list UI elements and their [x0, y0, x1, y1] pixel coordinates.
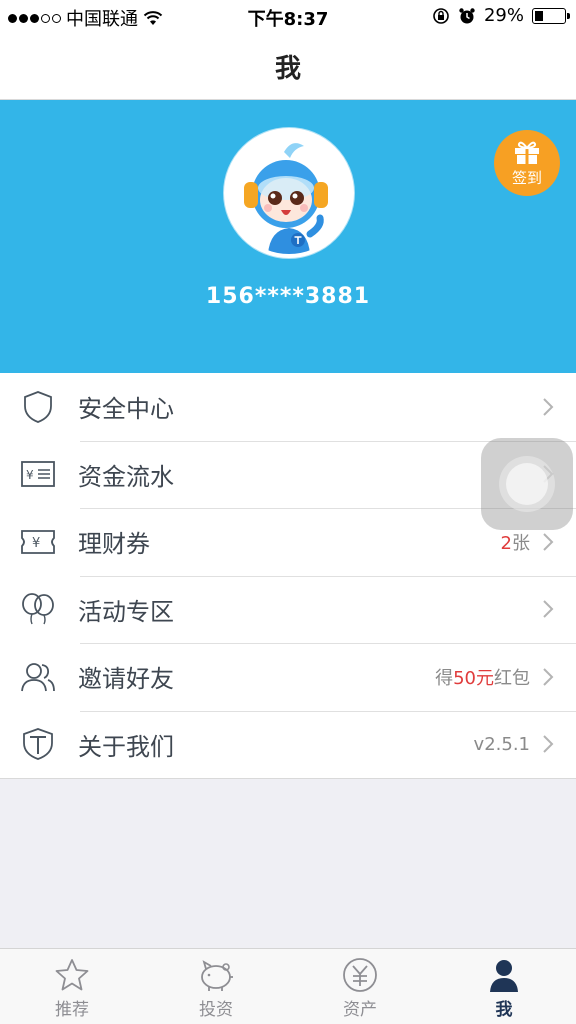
alarm-icon	[459, 7, 475, 23]
balloons-icon	[20, 591, 56, 627]
tab-bar: 推荐 投资 资产 我	[0, 948, 576, 1024]
user-phone-number: 156****3881	[205, 284, 371, 309]
menu-item-label: 理财券	[78, 530, 150, 559]
rotation-lock-icon	[433, 7, 449, 24]
coupon-count-unit: 张	[512, 532, 530, 554]
tab-label: 我	[495, 1000, 513, 1020]
menu-item-label: 安全中心	[78, 395, 174, 424]
tab-label: 推荐	[55, 1000, 89, 1020]
svg-text:¥: ¥	[26, 468, 34, 482]
piggy-bank-icon	[201, 960, 233, 991]
menu-item-label: 活动专区	[78, 597, 174, 626]
tab-me[interactable]: 我	[432, 949, 576, 1024]
menu-list: 安全中心 ¥ 资金流水 ¥ 理财券 2张 活动专区 邀请好友 得50元红包 关于…	[0, 373, 576, 779]
star-icon	[55, 959, 89, 991]
tab-label: 资产	[343, 1000, 377, 1020]
chevron-right-icon	[543, 600, 554, 618]
assistive-touch-button[interactable]	[481, 438, 573, 530]
chevron-right-icon	[543, 668, 554, 686]
coupon-count: 2张	[501, 529, 530, 555]
yuan-coin-icon	[343, 958, 377, 992]
menu-item-label: 邀请好友	[78, 665, 174, 694]
profile-header: 156****3881 签到	[0, 100, 576, 373]
invite-reward-prefix: 得	[435, 667, 454, 689]
avatar[interactable]	[224, 128, 354, 258]
tab-invest[interactable]: 投资	[144, 949, 288, 1024]
brand-shield-icon	[20, 726, 56, 762]
menu-item-security[interactable]: 安全中心	[0, 373, 576, 441]
coupon-count-number: 2	[500, 532, 512, 554]
menu-item-activities[interactable]: 活动专区	[0, 575, 576, 644]
invite-reward: 得50元红包	[435, 664, 530, 690]
chevron-right-icon	[543, 735, 554, 753]
nav-bar: 我	[0, 34, 576, 100]
invite-reward-suffix: 红包	[494, 667, 530, 689]
status-right: 29%	[432, 5, 570, 26]
battery-level	[535, 10, 543, 21]
chevron-right-icon	[543, 398, 554, 416]
screen: 中国联通 下午8:37 29% 我 156****3881 签到 安全中心 ¥ …	[0, 0, 576, 1024]
ticket-icon: ¥	[20, 524, 56, 560]
mascot-avatar-image	[228, 132, 350, 254]
status-bar: 中国联通 下午8:37 29%	[0, 0, 576, 34]
chevron-right-icon	[543, 533, 554, 551]
users-icon	[20, 659, 56, 695]
tab-assets[interactable]: 资产	[288, 949, 432, 1024]
sign-in-label: 签到	[511, 168, 542, 187]
battery-percent: 29%	[483, 5, 524, 26]
svg-text:¥: ¥	[32, 536, 40, 551]
gift-icon	[515, 141, 539, 164]
sign-in-button[interactable]: 签到	[494, 130, 560, 196]
page-title: 我	[274, 54, 301, 84]
menu-item-about-us[interactable]: 关于我们 v2.5.1	[0, 710, 576, 779]
tab-recommend[interactable]: 推荐	[0, 949, 144, 1024]
invite-reward-amount: 50元	[453, 667, 494, 689]
shield-icon	[20, 389, 56, 425]
ledger-icon: ¥	[20, 456, 56, 492]
person-icon	[490, 960, 518, 992]
battery-icon	[532, 7, 570, 24]
menu-item-invite-friends[interactable]: 邀请好友 得50元红包	[0, 643, 576, 711]
tab-label: 投资	[199, 1000, 233, 1020]
app-version: v2.5.1	[473, 733, 530, 755]
menu-item-label: 关于我们	[78, 732, 174, 761]
menu-item-label: 资金流水	[78, 462, 174, 491]
assistive-touch-center	[506, 463, 548, 505]
